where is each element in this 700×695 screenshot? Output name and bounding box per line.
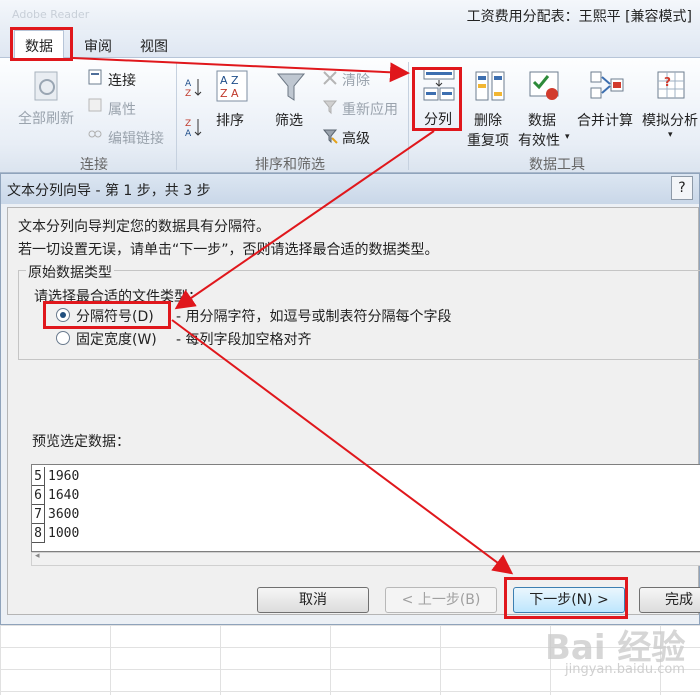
annotation-arrows <box>72 57 514 575</box>
arrow-text-to-columns-to-delimited <box>174 130 435 310</box>
arrow-delimited-to-next <box>171 319 514 575</box>
arrow-tab-to-text-to-columns <box>72 57 410 83</box>
